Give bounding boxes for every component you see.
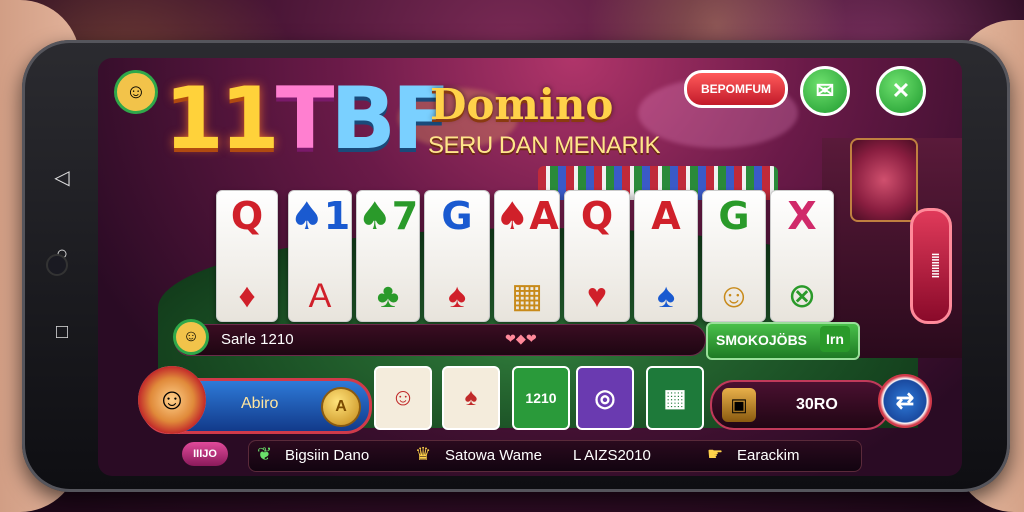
counter-tile[interactable]: 1210: [512, 366, 570, 430]
game-screen: ☺ 11TBF Domino SERU DAN MENARIK BEPOMFUM…: [98, 58, 962, 476]
playing-card[interactable]: ♠1 A: [288, 190, 352, 322]
card-top: ♠1: [289, 194, 351, 238]
status-pill-suffix: Irn: [820, 326, 850, 352]
close-icon: ✕: [891, 78, 911, 103]
player-label: Sarle 1210: [221, 331, 294, 348]
card-top: G: [441, 194, 473, 238]
playing-card[interactable]: G ♠: [424, 190, 490, 322]
card-bottom: ♠: [447, 277, 467, 315]
fortune-wheel-icon: [850, 138, 918, 222]
card-tile[interactable]: ♠: [442, 366, 500, 430]
logo-part-1: 11: [164, 69, 280, 169]
card-top: ♠A: [495, 194, 559, 238]
game-title: Domino: [430, 80, 614, 129]
playing-card[interactable]: ♠A ▦: [494, 190, 560, 322]
phone-frame: ◁ ○ □ ☺ 11TBF Domino SERU DAN MENARIK BE…: [22, 40, 1010, 492]
strip-item-1[interactable]: Bigsiin Dano: [285, 447, 369, 464]
swap-button[interactable]: ⇄: [878, 374, 932, 428]
side-tab[interactable]: IIIIIIIII: [910, 208, 952, 324]
pink-badge[interactable]: IIIJO: [182, 442, 228, 466]
status-pill-label: SMOKOJÖBS: [716, 332, 808, 348]
card-bottom: ♠: [656, 277, 676, 315]
score-label: 30RO: [796, 396, 838, 413]
swap-icon: ⇄: [895, 388, 915, 413]
card-top: A: [651, 194, 681, 238]
card-top: ♠7: [357, 194, 419, 238]
playing-card[interactable]: Q ♦: [216, 190, 278, 322]
game-logo: 11TBF: [164, 76, 451, 162]
crown-icon: ♛: [415, 444, 432, 464]
strip-item-2[interactable]: Satowa Wame: [445, 447, 542, 464]
front-camera: [46, 254, 68, 276]
avatar-tile[interactable]: ☺: [374, 366, 432, 430]
recents-icon[interactable]: □: [50, 320, 74, 344]
card-top: G: [718, 194, 750, 238]
info-bar: ☺ Sarle 1210 ❤◆❤: [173, 319, 706, 356]
player-badge-avatar[interactable]: ☺: [138, 366, 206, 434]
playing-card[interactable]: X ⊗: [770, 190, 834, 322]
hearts-icon: ❤◆❤: [505, 331, 537, 346]
card-bottom: ☺: [716, 277, 752, 315]
card-bottom: ⊗: [787, 277, 817, 315]
playing-card[interactable]: A ♠: [634, 190, 698, 322]
strip-item-3[interactable]: L AIZS2010: [573, 447, 651, 464]
back-icon[interactable]: ◁: [50, 166, 74, 190]
hand-icon: ☛: [707, 444, 724, 464]
card-bottom: ♦: [238, 277, 256, 315]
chip-tile[interactable]: ◎: [576, 366, 634, 430]
machine-tile[interactable]: ▦: [646, 366, 704, 430]
small-avatar: ☺: [173, 319, 209, 355]
top-action-button[interactable]: BEPOMFUM: [684, 70, 788, 108]
strip-item-4[interactable]: Earackim: [737, 447, 800, 464]
close-button[interactable]: ✕: [876, 66, 926, 116]
card-bottom: ♣: [376, 277, 400, 315]
coin-icon: A: [321, 387, 361, 427]
score-bar[interactable]: ▣ 30RO: [710, 380, 890, 430]
player-avatar[interactable]: ☺: [114, 70, 158, 114]
status-pill[interactable]: SMOKOJÖBS Irn: [706, 322, 860, 360]
android-nav-bar: ◁ ○ □: [22, 40, 102, 492]
card-top: X: [787, 194, 817, 238]
playing-card[interactable]: ♠7 ♣: [356, 190, 420, 322]
playing-card[interactable]: G ☺: [702, 190, 766, 322]
chat-button[interactable]: ✉: [800, 66, 850, 116]
leaf-icon: ❦: [257, 444, 273, 464]
playing-card[interactable]: Q ♥: [564, 190, 630, 322]
card-top: Q: [230, 194, 264, 238]
card-bottom: ♥: [586, 277, 608, 315]
logo-part-2: T: [275, 69, 335, 169]
card-bottom: ▦: [510, 277, 544, 315]
game-subtitle: SERU DAN MENARIK: [428, 132, 661, 159]
balance-label: Abiro: [241, 395, 279, 412]
card-top: Q: [580, 194, 614, 238]
chest-icon: ▣: [722, 388, 756, 422]
card-bottom: A: [308, 277, 332, 315]
chat-icon: ✉: [815, 78, 835, 103]
bottom-strip: ❦ Bigsiin Dano ♛ Satowa Wame L AIZS2010 …: [248, 440, 862, 472]
